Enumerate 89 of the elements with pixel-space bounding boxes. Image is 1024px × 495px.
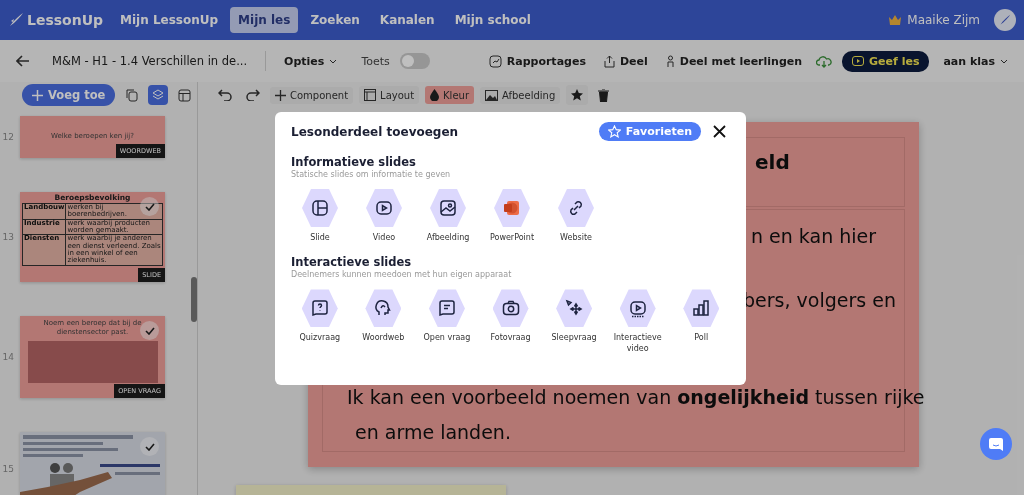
slide-type-label: Interactieve video	[612, 333, 663, 355]
layout-button[interactable]: Layout	[359, 86, 420, 104]
slide-number: 15	[1, 463, 14, 474]
slide-number: 13	[1, 232, 14, 242]
image-button[interactable]: Afbeelding	[480, 86, 561, 104]
avatar[interactable]	[994, 9, 1016, 31]
slide-type-label: Website	[560, 233, 592, 244]
test-toggle[interactable]	[399, 53, 430, 69]
layout-icon	[364, 89, 377, 101]
section-title: Interactieve slides	[291, 255, 413, 270]
slide-text: Ik kan een voorbeeld noemen van ongelijkheid tussen rijke	[347, 385, 925, 411]
slide-type-label: PowerPoint	[489, 233, 535, 244]
plus-icon	[32, 89, 43, 101]
reports-button[interactable]: Rapportages	[484, 54, 590, 68]
logo[interactable]: LessonUp	[8, 12, 112, 28]
component-button[interactable]: Component	[270, 86, 354, 104]
checkmark-icon	[144, 442, 155, 451]
nav-tab[interactable]: Mijn les	[230, 7, 299, 33]
slide-thumbnail[interactable]	[20, 192, 165, 282]
add-button[interactable]: Voeg toe	[22, 84, 116, 106]
slide-title: eld	[755, 150, 790, 174]
slide-type-label: Slide	[310, 233, 330, 244]
slide-type-label: Video	[372, 233, 396, 244]
caret-icon	[1000, 58, 1008, 64]
star-button[interactable]	[566, 85, 589, 105]
bar-chart-icon	[691, 298, 712, 319]
undo-icon[interactable]	[218, 89, 232, 101]
star-icon	[571, 89, 584, 101]
back-arrow-icon[interactable]	[16, 55, 30, 67]
section-title: Informatieve slides	[291, 155, 417, 169]
slide-type-label: Fotovraag	[490, 333, 531, 344]
test-label: Toets	[361, 54, 390, 68]
plus-icon	[275, 89, 286, 101]
copy-icon[interactable]	[125, 88, 139, 102]
powerpoint-icon	[502, 198, 522, 218]
layers-icon	[152, 89, 165, 101]
slide-type-label: Open vraag	[423, 333, 471, 344]
cloud-icon[interactable]	[816, 54, 833, 68]
section-subtitle: Deelnemers kunnen meedoen met hun eigen apparaat	[291, 270, 513, 280]
slide-type-label: Woordweb	[362, 333, 405, 344]
image-icon	[485, 89, 498, 101]
slide-text: en arme landen.	[355, 420, 512, 445]
slide-text: n en kan hier	[751, 224, 878, 249]
color-button[interactable]: Kleur	[425, 86, 474, 104]
scrollbar[interactable]	[191, 277, 197, 322]
slide-number: 12	[1, 132, 14, 142]
audience-dropdown[interactable]: aan klas	[939, 54, 1012, 68]
caret-icon	[329, 58, 338, 64]
person-icon	[665, 54, 675, 68]
nav-tab[interactable]: Zoeken	[302, 7, 368, 33]
redo-icon[interactable]	[246, 89, 260, 101]
chat-button[interactable]	[980, 428, 1012, 460]
user-name[interactable]: Maaike Zijm	[907, 13, 980, 27]
nav-tab[interactable]: Kanalen	[371, 7, 443, 33]
nav-tab[interactable]: Mijn LessonUp	[112, 7, 227, 33]
layers-button[interactable]	[148, 85, 169, 105]
crown-icon	[889, 15, 902, 25]
favorites-button[interactable]: Favorieten	[598, 122, 701, 141]
question-icon	[309, 298, 330, 319]
slide-type-label: Sleepvraag	[551, 333, 597, 344]
video-icon	[627, 298, 648, 319]
trash-icon[interactable]	[598, 88, 610, 102]
slide-type-label: Afbeelding	[426, 233, 470, 244]
teach-button[interactable]: Geef les	[842, 50, 930, 72]
image-icon	[438, 198, 458, 218]
nav-tab[interactable]: Mijn school	[446, 7, 539, 33]
slide-number: 14	[1, 352, 14, 362]
dialog-title: Lesonderdeel toevoegen	[291, 124, 460, 139]
message-icon	[436, 298, 457, 319]
chat-icon	[989, 437, 1003, 451]
layout-icon[interactable]	[178, 88, 192, 102]
share-icon	[603, 54, 615, 68]
options-dropdown[interactable]: Opties	[280, 54, 342, 68]
chart-icon	[488, 54, 502, 68]
share-button[interactable]: Deel	[599, 54, 652, 68]
video-icon	[374, 198, 394, 218]
close-icon[interactable]	[713, 125, 726, 138]
slide-type-label: Poll	[694, 333, 709, 344]
drop-icon	[430, 89, 440, 101]
lesson-title[interactable]: M&M - H1 - 1.4 Verschillen in de...	[52, 54, 248, 68]
checkmark-icon	[144, 326, 155, 335]
checkmark-icon	[144, 202, 155, 211]
slide-type-label: Quizvraag	[299, 333, 341, 344]
play-icon	[852, 56, 865, 66]
section-subtitle: Statische slides om informatie te geven	[291, 170, 452, 179]
logo-text: LessonUp	[27, 12, 104, 28]
layout-icon	[310, 198, 330, 218]
star-icon	[607, 125, 621, 138]
share-students-button[interactable]: Deel met leerlingen	[661, 54, 807, 68]
